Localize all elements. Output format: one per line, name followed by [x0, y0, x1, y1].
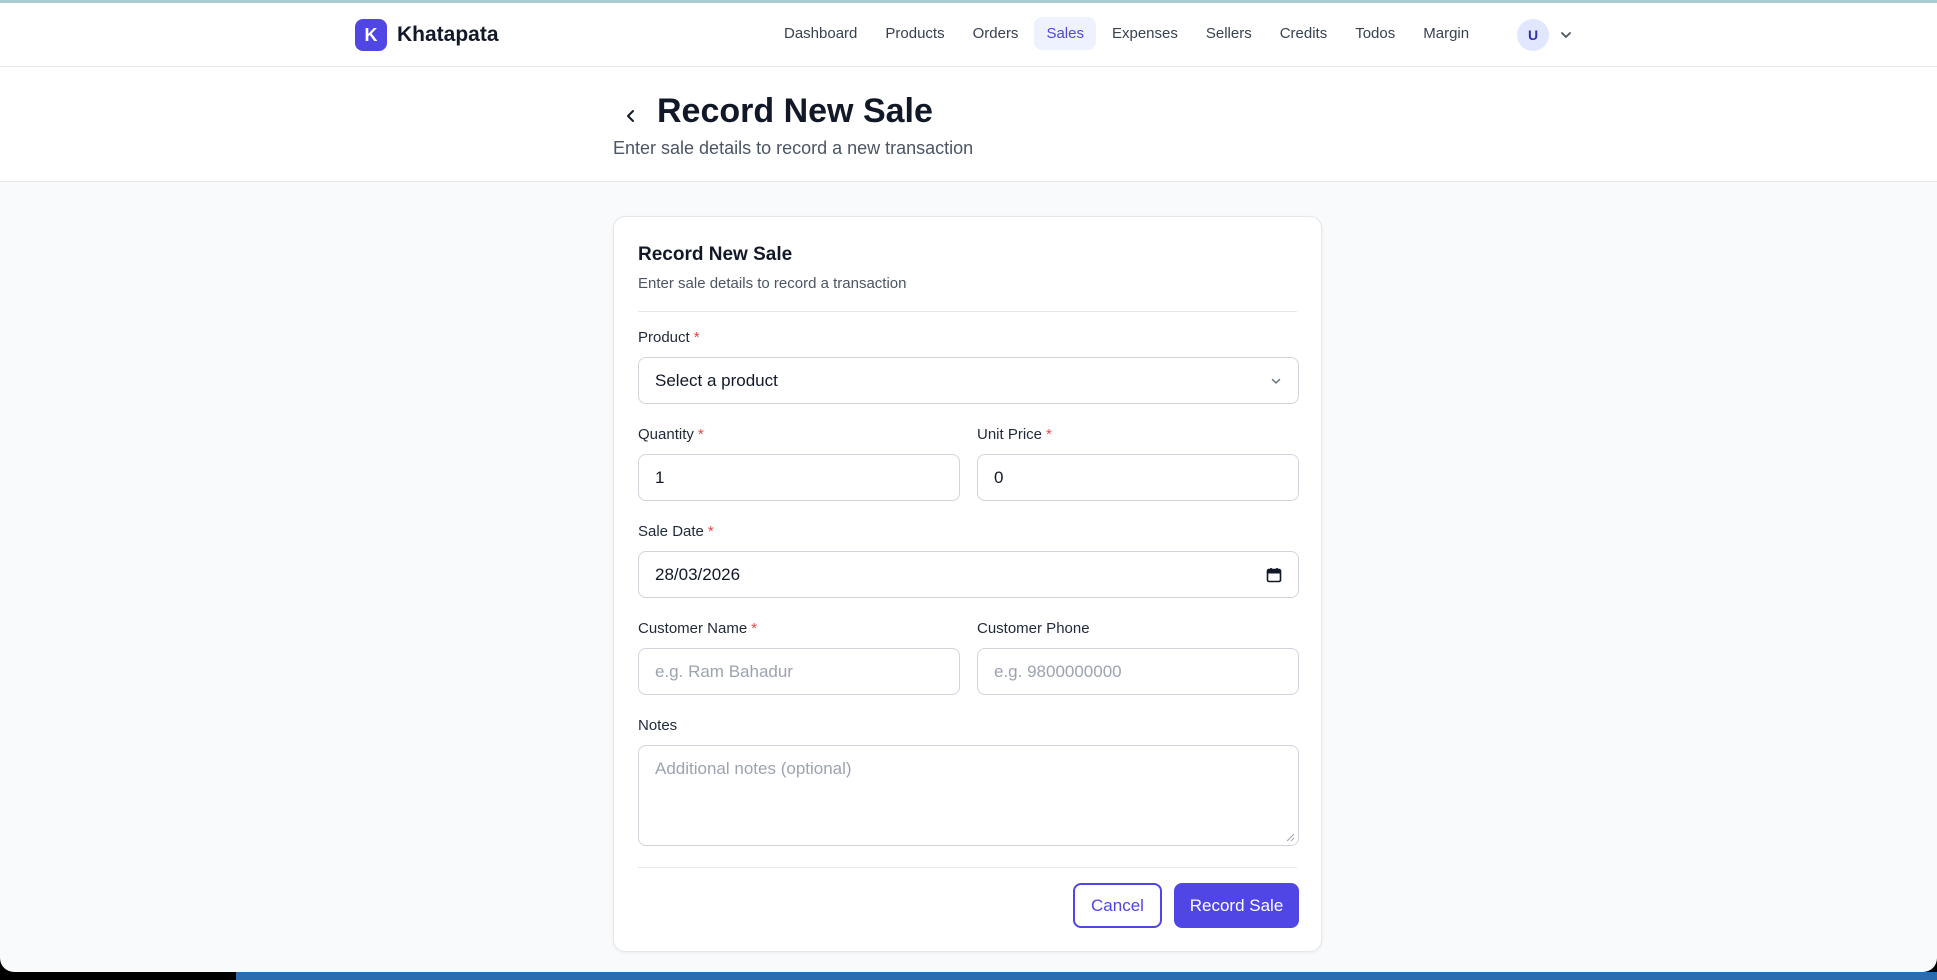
- required-mark: *: [751, 620, 758, 637]
- nav-item-dashboard[interactable]: Dashboard: [772, 17, 869, 50]
- taskbar: [236, 972, 1937, 980]
- unit-price-value: 0: [994, 467, 1004, 487]
- customer-phone-input[interactable]: e.g. 9800000000: [977, 648, 1299, 695]
- nav-item-expenses[interactable]: Expenses: [1100, 17, 1190, 50]
- unit-price-label-text: Unit Price: [977, 426, 1043, 443]
- product-select-value: Select a product: [655, 370, 778, 390]
- card-title: Record New Sale: [638, 244, 793, 265]
- quantity-value: 1: [655, 467, 665, 487]
- product-label: Product *: [638, 329, 700, 346]
- required-mark: *: [707, 523, 714, 540]
- required-mark: *: [1046, 426, 1052, 443]
- back-button[interactable]: [614, 99, 648, 133]
- sale-date-value: 28/03/2026: [655, 564, 741, 584]
- chevron-down-icon: [1271, 378, 1281, 384]
- brand-logo: K: [355, 19, 387, 51]
- record-sale-button[interactable]: Record Sale: [1174, 883, 1299, 928]
- cancel-button[interactable]: Cancel: [1073, 883, 1162, 928]
- footer-divider: [638, 867, 1297, 868]
- resize-grip-icon[interactable]: [1285, 832, 1295, 842]
- quantity-label: Quantity *: [638, 426, 704, 443]
- unit-price-label: Unit Price *: [977, 426, 1052, 443]
- quantity-input[interactable]: 1: [638, 454, 960, 501]
- customer-name-placeholder: e.g. Ram Bahadur: [655, 661, 793, 681]
- customer-name-input[interactable]: e.g. Ram Bahadur: [638, 648, 960, 695]
- notes-placeholder: Additional notes (optional): [655, 759, 852, 778]
- nav-item-credits[interactable]: Credits: [1268, 17, 1340, 50]
- sale-date-input[interactable]: 28/03/2026: [638, 551, 1299, 598]
- nav-item-todos[interactable]: Todos: [1343, 17, 1407, 50]
- notes-label: Notes: [638, 717, 677, 734]
- chevron-down-icon[interactable]: [1559, 28, 1573, 42]
- sale-date-label-text: Sale Date: [638, 523, 704, 540]
- brand-name: Khatapata: [397, 23, 499, 46]
- top-navbar: K Khatapata Dashboard Products Orders Sa…: [0, 3, 1937, 67]
- avatar[interactable]: U: [1517, 19, 1549, 51]
- required-mark: *: [697, 426, 704, 443]
- quantity-label-text: Quantity: [638, 426, 694, 443]
- customer-name-label: Customer Name *: [638, 620, 757, 637]
- notes-label-text: Notes: [638, 717, 678, 734]
- customer-phone-placeholder: e.g. 9800000000: [994, 661, 1122, 681]
- notes-textarea[interactable]: Additional notes (optional): [638, 745, 1299, 846]
- required-mark: *: [693, 329, 700, 346]
- nav-item-sales[interactable]: Sales: [1034, 17, 1096, 50]
- product-select[interactable]: Select a product: [638, 357, 1299, 404]
- app-window: K Khatapata Dashboard Products Orders Sa…: [0, 0, 1937, 972]
- chevron-left-icon: [627, 110, 634, 122]
- page-subtitle: Enter sale details to record a new trans…: [613, 138, 974, 158]
- calendar-icon[interactable]: [1266, 567, 1282, 583]
- unit-price-input[interactable]: 0: [977, 454, 1299, 501]
- product-label-text: Product: [638, 329, 690, 346]
- customer-phone-label: Customer Phone: [977, 620, 1090, 637]
- nav-item-margin[interactable]: Margin: [1411, 17, 1481, 50]
- page-title: Record New Sale: [657, 92, 933, 130]
- nav-item-orders[interactable]: Orders: [961, 17, 1031, 50]
- user-menu[interactable]: U: [1517, 19, 1573, 51]
- nav-item-products[interactable]: Products: [873, 17, 956, 50]
- header-divider: [638, 311, 1297, 312]
- sale-date-label: Sale Date *: [638, 523, 714, 540]
- customer-phone-label-text: Customer Phone: [977, 620, 1090, 637]
- card-subtitle: Enter sale details to record a transacti…: [638, 275, 907, 292]
- nav-item-sellers[interactable]: Sellers: [1194, 17, 1264, 50]
- sale-form-card: Record New Sale Enter sale details to re…: [613, 216, 1322, 952]
- page-header: Record New Sale Enter sale details to re…: [0, 67, 1937, 182]
- brand[interactable]: K Khatapata: [355, 19, 499, 51]
- customer-name-label-text: Customer Name: [638, 620, 748, 637]
- nav-links: Dashboard Products Orders Sales Expenses…: [772, 17, 1481, 50]
